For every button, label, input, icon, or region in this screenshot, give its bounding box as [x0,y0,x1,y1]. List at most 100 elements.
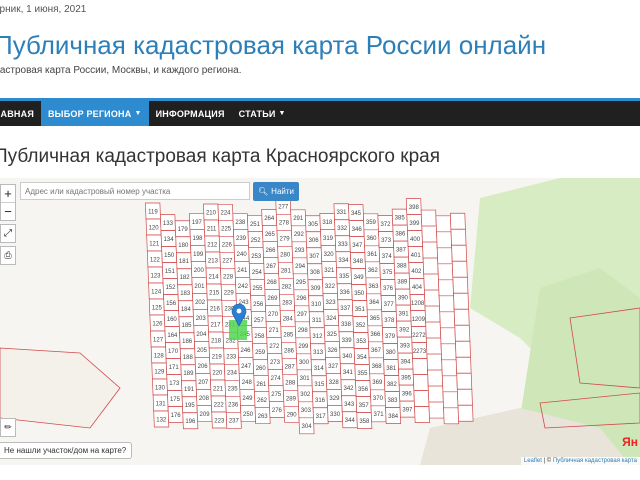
nav-info[interactable]: ИНФОРМАЦИЯ [149,101,232,126]
parcel-number: 311 [312,318,322,324]
parcel[interactable] [438,295,455,313]
parcel-number: 370 [373,396,384,402]
parcel[interactable] [436,231,453,249]
parcel[interactable] [455,356,472,374]
search-input[interactable] [20,182,250,200]
parcel[interactable] [422,257,439,275]
parcel[interactable] [454,324,471,342]
parcel-number: 402 [411,269,422,275]
parcel-number: 367 [371,348,382,354]
parcel-number: 164 [167,333,178,339]
parcel-number: 213 [208,258,219,264]
parcel-number: 394 [400,360,411,366]
parcel[interactable] [441,375,458,393]
parcel-number: 348 [353,259,364,265]
parcel[interactable] [440,343,457,361]
nav-home[interactable]: ЛАВНАЯ [0,101,41,126]
parcel[interactable] [453,292,469,310]
parcel-number: 317 [316,414,327,420]
parcel[interactable] [457,404,474,422]
fullscreen-icon[interactable]: ⤢ [1,225,15,242]
parcel-number: 2272 [412,333,426,339]
zoom-in-button[interactable]: + [1,185,15,202]
parcel[interactable] [436,247,453,265]
cadastral-map[interactable]: 119 120 121 122 123 124 125 126 127 128 129 130 131 1… [0,178,640,465]
leaflet-link[interactable]: Leaflet [524,458,542,464]
parcel[interactable] [450,228,467,246]
source-link[interactable]: Публичная кадастровая карта [553,458,637,464]
fullscreen-control: ⤢ [0,224,16,243]
parcel[interactable] [451,260,468,278]
parcel-number: 381 [386,366,397,372]
map-canvas[interactable]: 1191201211221231241251261271281291301311… [0,178,640,465]
parcel-number: 398 [409,205,420,211]
parcel-number: 290 [287,413,298,419]
parcel-number: 310 [311,302,322,308]
parcel[interactable] [424,305,441,323]
parcel-number: 257 [254,318,265,324]
parcel[interactable] [435,215,452,233]
parcel-number: 283 [282,301,293,307]
parcel[interactable] [412,358,429,375]
parcel-number: 150 [164,253,175,259]
parcel-number: 325 [327,332,338,338]
parcel[interactable] [414,406,431,423]
search-button[interactable]: 🔍︎ Найти [253,182,299,201]
parcel-number: 404 [412,285,423,291]
parcel[interactable] [452,276,469,294]
nav-region-select[interactable]: ВЫБОР РЕГИОНА ▼ [40,101,149,126]
parcel[interactable] [422,241,438,259]
nav-articles[interactable]: СТАТЬИ ▼ [232,101,293,126]
parcel[interactable] [456,372,473,390]
parcel-number: 292 [294,232,305,238]
parcel[interactable] [413,390,430,407]
parcel[interactable] [438,279,454,297]
parcel-number: 375 [382,270,393,276]
print-icon[interactable]: ⎙ [1,247,15,264]
parcel-number: 302 [300,392,311,398]
parcel[interactable] [428,401,445,419]
parcel[interactable] [412,374,429,391]
parcel-number: 211 [207,226,217,232]
zoom-out-button[interactable]: − [1,202,15,220]
parcel-number: 242 [238,284,249,290]
parcel-number: 321 [324,268,335,274]
parcel-number: 227 [222,259,233,265]
parcel[interactable] [425,321,442,339]
parcel[interactable] [451,244,468,262]
parcel-number: 250 [243,412,254,418]
parcel[interactable] [440,327,456,345]
parcel[interactable] [439,311,456,329]
parcel[interactable] [427,385,444,403]
parcel[interactable] [442,391,459,409]
site-title[interactable]: Публичная кадастровая карта России онлай… [0,30,546,61]
parcel-number: 300 [299,360,310,366]
not-found-link[interactable]: Не нашли участок/дом на карте? [0,442,133,459]
parcel[interactable] [449,212,466,230]
parcel-number: 336 [340,290,351,296]
parcel[interactable] [424,289,440,307]
parcel[interactable] [443,407,460,425]
parcel-number: 196 [185,419,196,425]
parcel[interactable] [423,273,440,291]
parcel-number: 131 [156,401,167,407]
parcel-number: 121 [149,241,160,247]
ruler-icon[interactable]: ✏ [1,419,15,436]
parcel-number: 382 [387,382,398,388]
parcel[interactable] [426,353,443,371]
parcel-number: 341 [343,370,354,376]
parcel[interactable] [421,225,438,243]
parcel-number: 241 [237,268,248,274]
parcel[interactable] [441,359,458,377]
parcel-number: 171 [169,365,180,371]
parcel-number: 330 [330,412,341,418]
parcel[interactable] [425,337,442,355]
parcel[interactable] [427,369,444,387]
parcel[interactable] [455,340,471,358]
parcel-number: 273 [270,360,281,366]
parcel-number: 391 [399,312,410,318]
parcel[interactable] [420,209,437,227]
parcel[interactable] [437,263,454,281]
parcel[interactable] [453,308,470,326]
parcel[interactable] [456,388,473,406]
